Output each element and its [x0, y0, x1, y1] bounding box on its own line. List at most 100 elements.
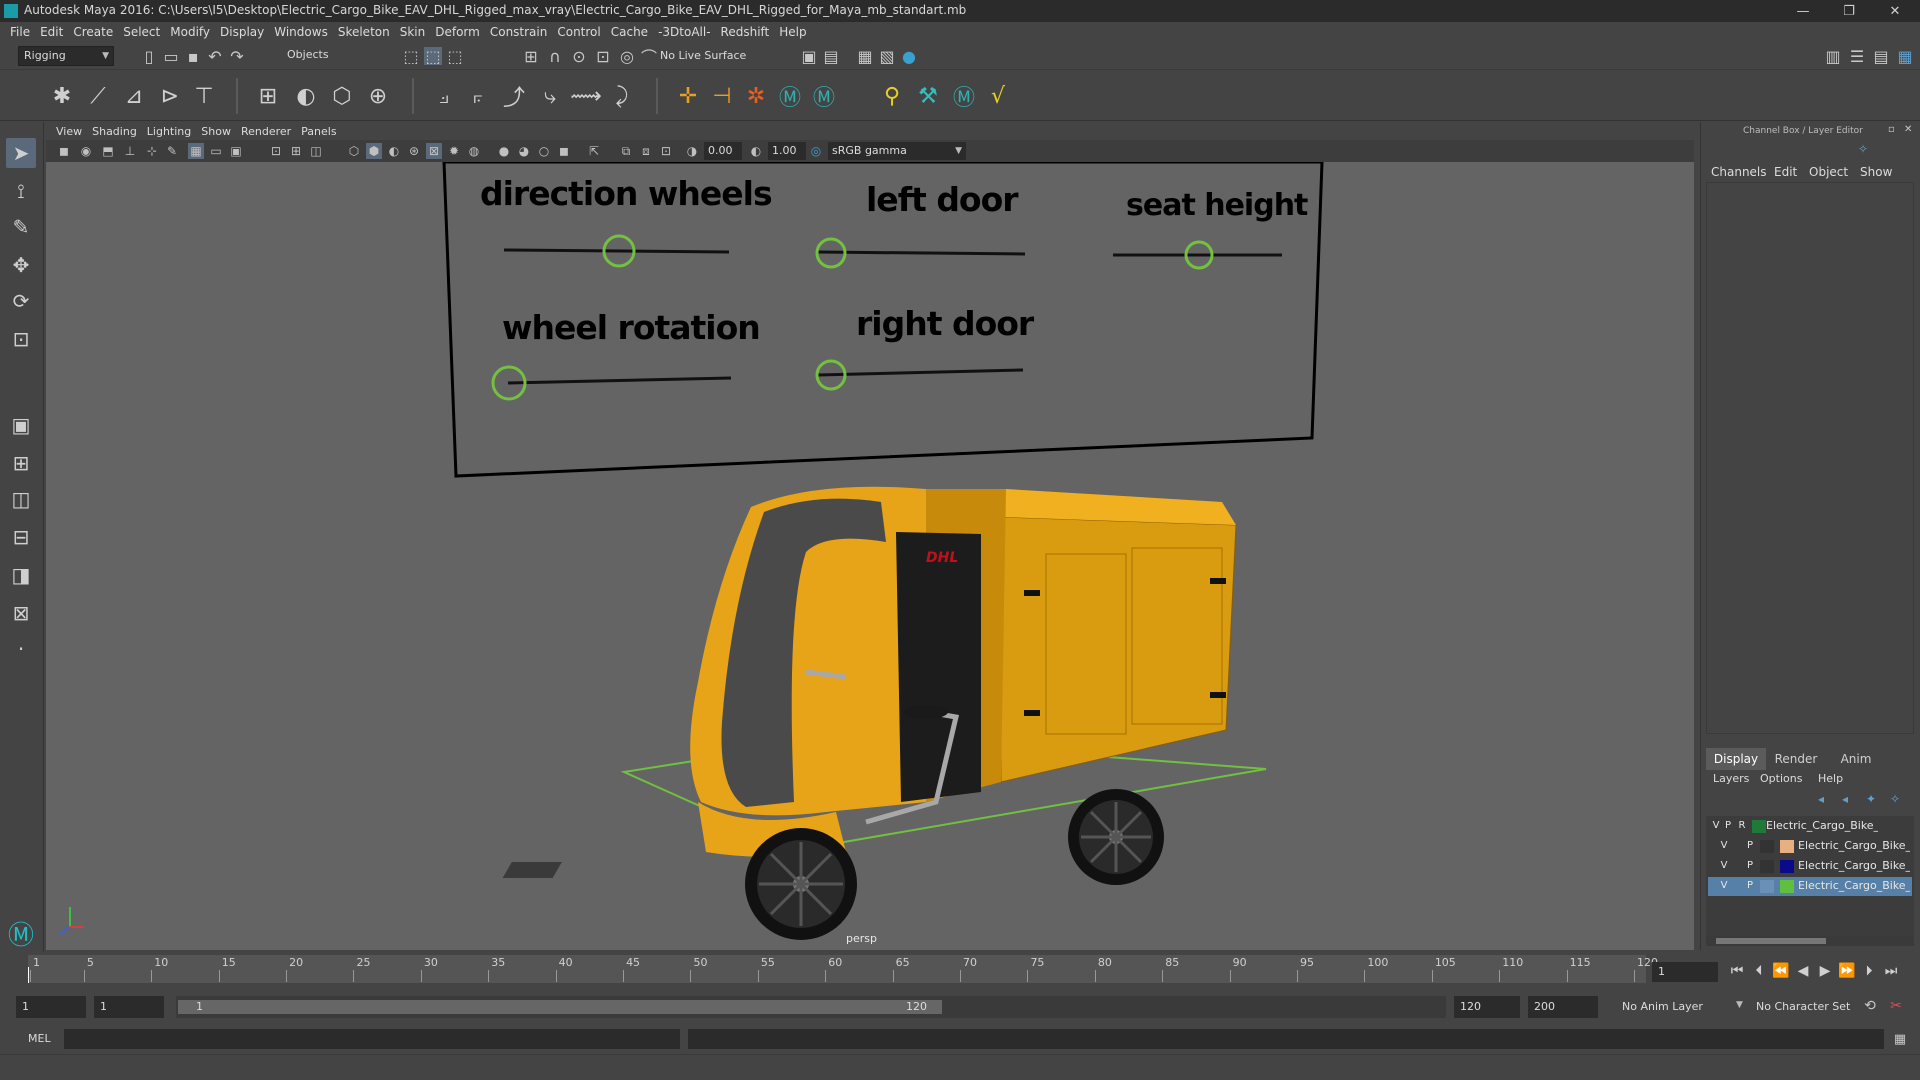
exposure-icon[interactable]: ◑	[684, 143, 700, 159]
set-key-icon[interactable]: √	[982, 80, 1014, 112]
mirror-joint-icon[interactable]: ⊤	[188, 80, 220, 112]
go-to-bind-pose-icon[interactable]: ⤸	[606, 80, 638, 112]
resolution-gate-icon[interactable]: ▣	[228, 143, 244, 159]
safe-action-icon[interactable]: ◫	[308, 143, 324, 159]
grease-pencil-icon[interactable]: ✎	[164, 143, 180, 159]
anim-layer-dropdown[interactable]: No Anim Layer	[1622, 1000, 1703, 1013]
layer-reference[interactable]: R	[1736, 820, 1748, 831]
single-view-layout-icon[interactable]: ▣	[6, 410, 36, 440]
layer-visibility[interactable]: V	[1718, 860, 1730, 871]
channel-list-area[interactable]	[1706, 182, 1914, 734]
gamma-icon[interactable]: ◐	[748, 143, 764, 159]
layer-options-menu[interactable]: Options	[1760, 772, 1802, 785]
viewport-persp[interactable]: DHL direction wheels left door seat heig…	[46, 162, 1694, 950]
channels-menu[interactable]: Channels	[1711, 165, 1767, 179]
colorspace-dropdown[interactable]: sRGB gamma ▼	[828, 142, 966, 160]
command-language[interactable]: MEL	[28, 1032, 51, 1045]
render-settings-icon[interactable]: ▧	[878, 47, 896, 66]
hypershade-layout-icon[interactable]: ⊠	[6, 598, 36, 628]
menu-edit[interactable]: Edit	[40, 25, 63, 39]
play-forwards-icon[interactable]: ▶	[1816, 962, 1834, 980]
bookmark-icon[interactable]: ⬒	[100, 143, 116, 159]
modeling-toolkit-icon[interactable]: ▥	[1824, 47, 1842, 66]
menu-skin[interactable]: Skin	[400, 25, 426, 39]
persp-outliner-layout-icon[interactable]: ◨	[6, 560, 36, 590]
use-all-lights-icon[interactable]: ✹	[446, 143, 462, 159]
redo-icon[interactable]: ↷	[228, 47, 246, 66]
xray-icon[interactable]: ⧉	[618, 143, 634, 159]
smooth-shade-icon[interactable]: ⬢	[366, 143, 382, 159]
step-forward-frame-icon[interactable]: ⏵	[1860, 962, 1878, 980]
select-tool-icon[interactable]: ➤	[6, 138, 36, 168]
layer-row[interactable]: V P Electric_Cargo_Bike_EAV_DHL	[1708, 837, 1912, 856]
channel-box-toggle-icon[interactable]: ▦	[1896, 47, 1914, 66]
move-layer-down-icon[interactable]: ◂	[1842, 792, 1848, 806]
move-layer-up-icon[interactable]: ◂	[1818, 792, 1824, 806]
rotate-tool-icon[interactable]: ⟳	[6, 286, 36, 316]
paint-select-tool-icon[interactable]: ✎	[6, 212, 36, 242]
lattice-icon[interactable]: ⊞	[252, 80, 284, 112]
current-time-marker[interactable]	[28, 967, 29, 983]
menu-create[interactable]: Create	[73, 25, 113, 39]
orient-constraint-icon[interactable]: ✲	[740, 80, 772, 112]
new-layer-selected-icon[interactable]: ✧	[1890, 792, 1900, 806]
restore-button[interactable]: ❐	[1826, 0, 1872, 22]
select-by-object-icon[interactable]: ⬚	[424, 47, 442, 66]
channel-edit-menu[interactable]: Edit	[1774, 165, 1797, 179]
camera-select-icon[interactable]: ◼	[56, 143, 72, 159]
panel-menu-renderer[interactable]: Renderer	[241, 125, 291, 138]
menu-help[interactable]: Help	[779, 25, 806, 39]
panel-menu-show[interactable]: Show	[201, 125, 231, 138]
undo-icon[interactable]: ↶	[206, 47, 224, 66]
menu-3dtoall[interactable]: -3DtoAll-	[658, 25, 710, 39]
color-management-icon[interactable]: ◎	[808, 143, 824, 159]
depth-of-field-icon[interactable]: ◼	[556, 143, 572, 159]
close-panel-icon[interactable]: ✕	[1904, 124, 1912, 135]
current-frame-field[interactable]: 1	[1652, 962, 1718, 982]
layer-color-swatch[interactable]	[1780, 840, 1794, 853]
render-view-icon[interactable]: ▣	[800, 47, 818, 66]
selection-mode-dropdown[interactable]: Objects	[282, 46, 378, 66]
tab-render[interactable]: Render	[1766, 748, 1826, 770]
pole-vector-icon[interactable]: ⚲	[876, 80, 908, 112]
field-chart-icon[interactable]: ⊞	[288, 143, 304, 159]
layer-color-swatch[interactable]	[1752, 820, 1766, 833]
wrap-deformer-icon[interactable]: ⬡	[326, 80, 358, 112]
character-set-dropdown[interactable]: No Character Set	[1756, 1000, 1850, 1013]
menu-display[interactable]: Display	[220, 25, 264, 39]
tool-settings-icon[interactable]: ▤	[1872, 47, 1890, 66]
new-layer-icon[interactable]: ✦	[1866, 792, 1876, 806]
float-panel-icon[interactable]: ▫	[1888, 124, 1895, 135]
cluster-icon[interactable]: ◐	[290, 80, 322, 112]
isolate-select-icon[interactable]: ⇱	[586, 143, 602, 159]
menuset-dropdown[interactable]: Rigging ▼	[18, 46, 114, 66]
channel-object-menu[interactable]: Object	[1809, 165, 1848, 179]
hypershade-icon[interactable]: ●	[900, 47, 918, 66]
tab-anim[interactable]: Anim	[1826, 748, 1886, 770]
tab-display[interactable]: Display	[1706, 748, 1766, 770]
ik-handle-icon[interactable]: ⟋	[82, 80, 114, 112]
screen-space-ao-icon[interactable]: ●	[496, 143, 512, 159]
panel-menu-lighting[interactable]: Lighting	[147, 125, 191, 138]
menu-skeleton[interactable]: Skeleton	[338, 25, 390, 39]
motion-blur-icon[interactable]: ◕	[516, 143, 532, 159]
channel-show-menu[interactable]: Show	[1860, 165, 1892, 179]
gamma-field[interactable]: 1.00	[768, 142, 806, 160]
move-tool-icon[interactable]: ✥	[6, 250, 36, 280]
exposure-field[interactable]: 0.00	[704, 142, 742, 160]
command-input[interactable]	[64, 1029, 680, 1049]
shadows-icon[interactable]: ◍	[466, 143, 482, 159]
channel-box-options-icon[interactable]: ✧	[1858, 142, 1868, 156]
animation-prefs-icon[interactable]: ✂	[1886, 996, 1906, 1016]
side-by-side-layout-icon[interactable]: ◫	[6, 484, 36, 514]
panel-menu-panels[interactable]: Panels	[301, 125, 336, 138]
select-by-hierarchy-icon[interactable]: ⬚	[402, 47, 420, 66]
layer-visibility[interactable]: V	[1718, 880, 1730, 891]
render-frame-icon[interactable]: ▤	[822, 47, 840, 66]
script-editor-icon[interactable]: ▦	[1890, 1030, 1910, 1048]
scale-constraint-icon[interactable]: Ⓜ	[808, 80, 840, 112]
hik-icon[interactable]: ⚒	[912, 80, 944, 112]
menu-select[interactable]: Select	[123, 25, 160, 39]
panel-menu-view[interactable]: View	[56, 125, 82, 138]
anim-start-field[interactable]: 1	[16, 996, 86, 1018]
